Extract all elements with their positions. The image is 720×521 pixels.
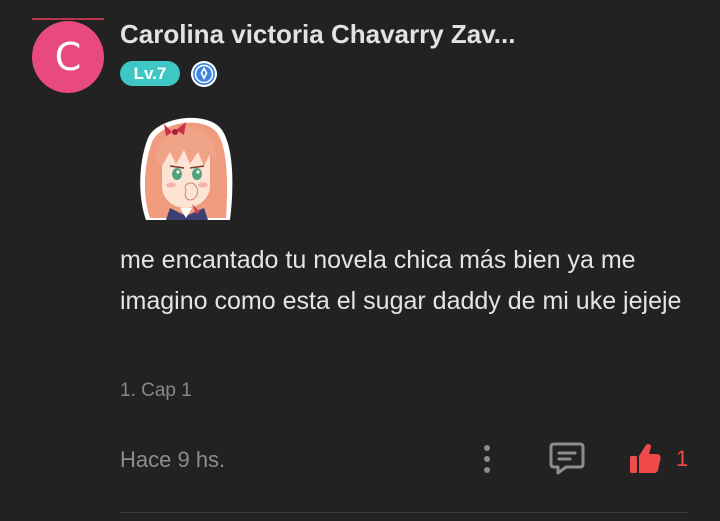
level-label: Lv.7 [133,63,167,83]
comment-text: me encantado tu novela chica más bien ya… [120,246,682,315]
avatar-letter: C [54,35,82,79]
like-count: 1 [676,446,689,471]
thumbs-up-icon [630,443,661,473]
top-divider [32,18,104,20]
level-badge: Lv.7 [120,61,180,86]
reply-icon[interactable] [548,440,586,476]
bottom-divider [120,512,688,513]
more-options-icon[interactable] [474,442,500,476]
writer-badge-icon [191,61,217,87]
anime-girl-sticker [140,117,233,220]
timestamp: Hace 9 hs. [120,447,226,472]
avatar[interactable]: C [32,21,104,93]
username[interactable]: Carolina victoria Chavarry Zav... [120,19,515,50]
like-button[interactable]: 1 [628,440,688,478]
chapter-link[interactable]: 1. Cap 1 [120,380,192,402]
comment-card: C Carolina victoria Chavarry Zav... Lv.7 [0,0,720,521]
